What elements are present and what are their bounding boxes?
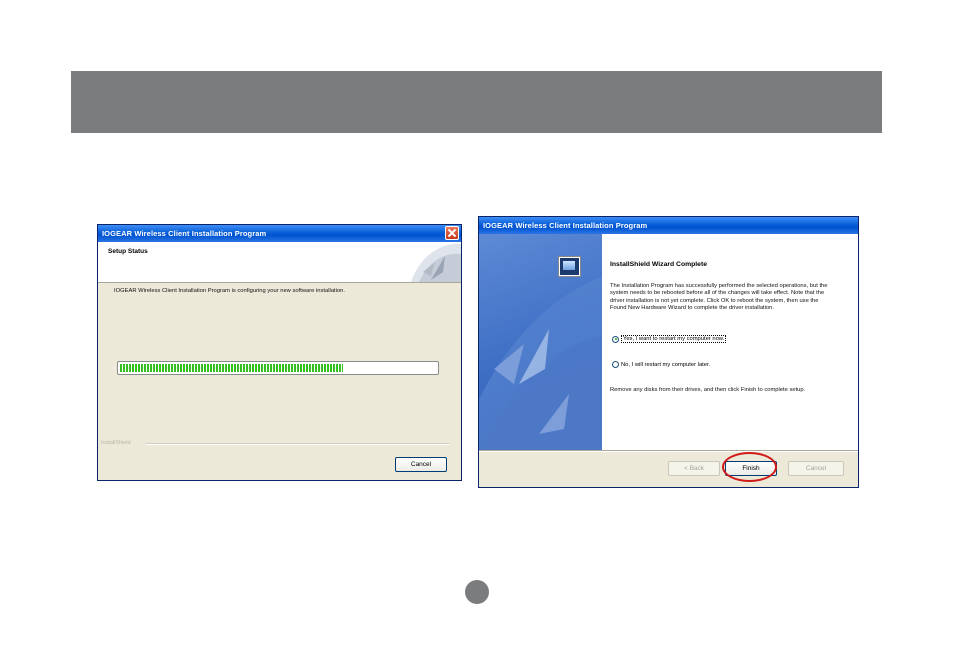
wizard-complete-dialog: IOGEAR Wireless Client Installation Prog…: [478, 216, 859, 488]
wizard-side-panel: [479, 234, 602, 450]
top-banner: [71, 71, 882, 133]
setup-status-dialog: IOGEAR Wireless Client Installation Prog…: [97, 224, 462, 481]
wizard-complete-paragraph: The Installation Program has successfull…: [610, 283, 828, 312]
complete-dialog-title: IOGEAR Wireless Client Installation Prog…: [483, 221, 648, 230]
restart-later-label: No, I will restart my computer later.: [621, 361, 711, 368]
radio-unselected-icon[interactable]: [612, 361, 619, 368]
radio-selected-icon[interactable]: [612, 335, 619, 343]
divider: [146, 443, 449, 445]
setup-dialog-titlebar[interactable]: IOGEAR Wireless Client Installation Prog…: [98, 225, 461, 242]
wizard-closing-text: Remove any disks from their drives, and …: [610, 387, 806, 393]
installshield-swirl-icon: [411, 243, 461, 282]
installshield-brand: InstallShield: [101, 440, 131, 446]
cancel-button[interactable]: Cancel: [788, 461, 844, 476]
finish-highlight-circle: [722, 452, 777, 482]
restart-now-label: Yes, I want to restart my computer now.: [621, 335, 727, 343]
setup-dialog-title: IOGEAR Wireless Client Installation Prog…: [102, 229, 267, 238]
progress-bar-fill: [120, 364, 344, 372]
restart-later-option[interactable]: No, I will restart my computer later.: [612, 361, 710, 368]
installshield-swirl-icon: [479, 276, 602, 450]
divider: [479, 450, 858, 452]
setup-status-heading: Setup Status: [108, 248, 148, 255]
progress-bar: [117, 361, 439, 375]
computer-monitor-icon: [559, 257, 580, 276]
restart-now-option[interactable]: Yes, I want to restart my computer now.: [612, 335, 727, 343]
wizard-complete-heading: InstallShield Wizard Complete: [610, 261, 707, 268]
setup-dialog-header: Setup Status: [98, 242, 461, 283]
page-number-badge: [465, 580, 489, 604]
close-icon[interactable]: [445, 226, 459, 240]
cancel-button[interactable]: Cancel: [395, 457, 447, 472]
setup-status-message: IOGEAR Wireless Client Installation Prog…: [114, 288, 346, 294]
back-button[interactable]: < Back: [668, 461, 720, 476]
complete-dialog-titlebar[interactable]: IOGEAR Wireless Client Installation Prog…: [479, 217, 858, 234]
